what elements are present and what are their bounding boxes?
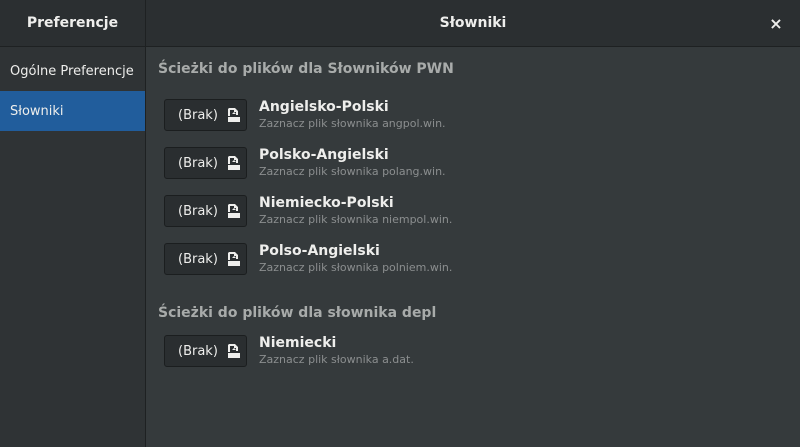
- sidebar-item-label: Słowniki: [10, 103, 64, 119]
- dictionary-name: Angielsko-Polski: [259, 99, 389, 115]
- file-chooser-button[interactable]: (Brak): [164, 243, 247, 275]
- file-open-icon: [228, 344, 240, 358]
- section-title-depl: Ścieżki do plików dla słownika depl: [158, 305, 437, 321]
- file-open-icon: [228, 252, 240, 266]
- list-item: (Brak) Angielsko-Polski Zaznacz plik sło…: [158, 91, 788, 139]
- file-chooser-label: (Brak): [178, 155, 218, 171]
- sidebar-title: Preferencje: [0, 0, 146, 46]
- file-chooser-button[interactable]: (Brak): [164, 99, 247, 131]
- file-chooser-button[interactable]: (Brak): [164, 147, 247, 179]
- sidebar-item-general[interactable]: Ogólne Preferencje: [0, 51, 145, 91]
- file-chooser-label: (Brak): [178, 107, 218, 123]
- header-bar: Preferencje Słowniki ×: [0, 0, 800, 47]
- dictionary-name: Polsko-Angielski: [259, 147, 389, 163]
- file-open-icon: [228, 108, 240, 122]
- dictionary-name: Polso-Angielski: [259, 243, 380, 259]
- list-item: (Brak) Niemiecki Zaznacz plik słownika a…: [158, 327, 788, 375]
- dictionary-hint: Zaznacz plik słownika a.dat.: [259, 353, 414, 366]
- file-open-icon: [228, 204, 240, 218]
- list-item: (Brak) Polso-Angielski Zaznacz plik słow…: [158, 235, 788, 283]
- file-chooser-label: (Brak): [178, 343, 218, 359]
- dictionary-hint: Zaznacz plik słownika angpol.win.: [259, 117, 446, 130]
- close-button[interactable]: ×: [766, 13, 786, 33]
- close-icon: ×: [769, 13, 783, 33]
- sidebar-item-label: Ogólne Preferencje: [10, 63, 134, 79]
- file-chooser-label: (Brak): [178, 251, 218, 267]
- list-item: (Brak) Polsko-Angielski Zaznacz plik sło…: [158, 139, 788, 187]
- dictionary-hint: Zaznacz plik słownika niempol.win.: [259, 213, 453, 226]
- section-title-pwn: Ścieżki do plików dla Słowników PWN: [158, 61, 454, 77]
- dictionary-hint: Zaznacz plik słownika polniem.win.: [259, 261, 453, 274]
- dictionary-name: Niemiecko-Polski: [259, 195, 394, 211]
- sidebar: Ogólne Preferencje Słowniki: [0, 47, 146, 447]
- file-chooser-button[interactable]: (Brak): [164, 335, 247, 367]
- dictionary-name: Niemiecki: [259, 335, 337, 351]
- list-item: (Brak) Niemiecko-Polski Zaznacz plik sło…: [158, 187, 788, 235]
- file-chooser-button[interactable]: (Brak): [164, 195, 247, 227]
- dictionary-hint: Zaznacz plik słownika polang.win.: [259, 165, 446, 178]
- window-title: Słowniki: [439, 15, 507, 31]
- file-open-icon: [228, 156, 240, 170]
- file-chooser-label: (Brak): [178, 203, 218, 219]
- sidebar-item-dictionaries[interactable]: Słowniki: [0, 91, 145, 131]
- main-content: Ścieżki do plików dla Słowników PWN (Bra…: [158, 47, 788, 375]
